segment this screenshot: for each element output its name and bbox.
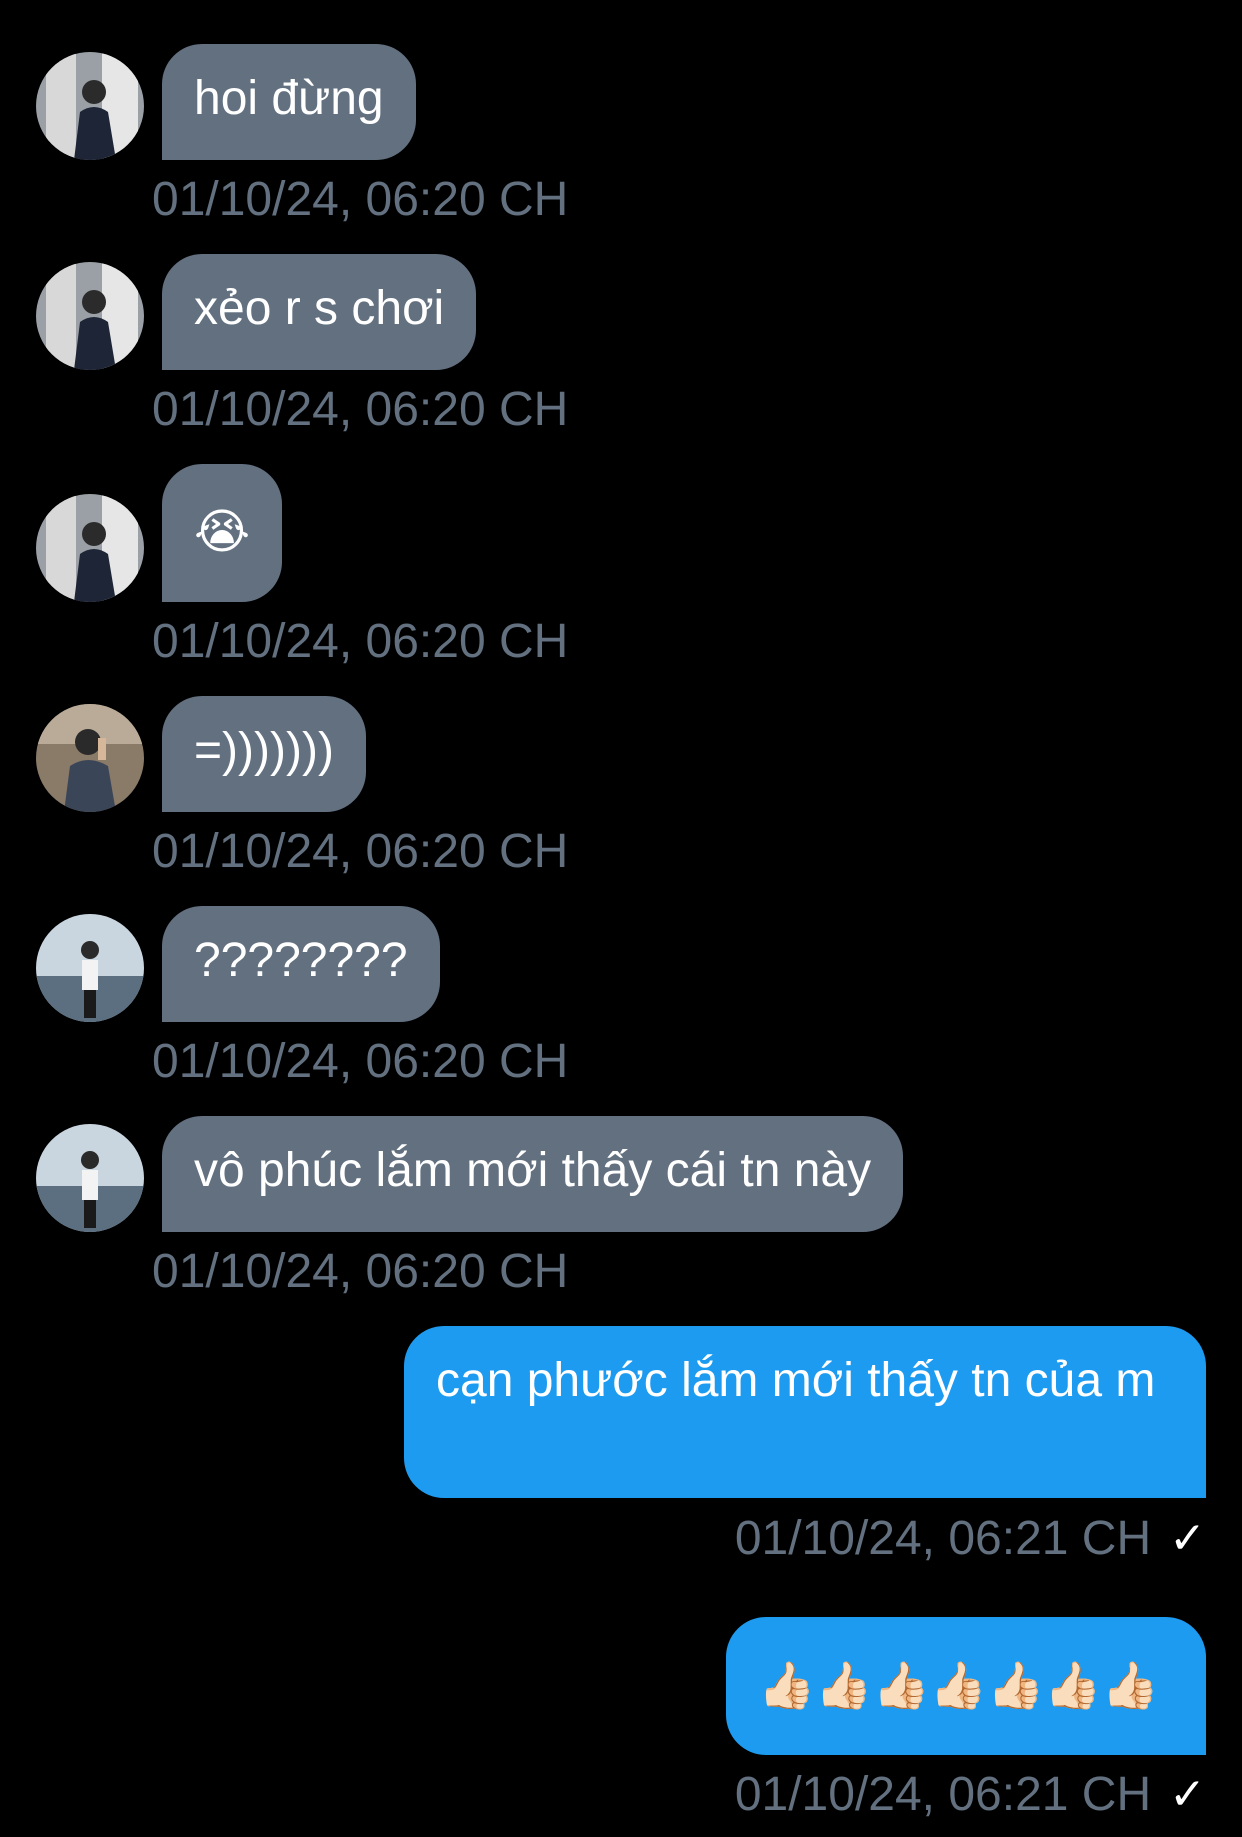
- avatar-icon: [36, 494, 144, 602]
- message-timestamp: 01/10/24, 06:20 CH: [152, 1035, 569, 1088]
- avatar-icon: [36, 262, 144, 370]
- message-text: hoi đừng: [194, 72, 384, 125]
- avatar-icon: [36, 914, 144, 1022]
- message-timestamp-outgoing: 01/10/24, 06:21 CH ✓: [735, 1767, 1206, 1823]
- sender-avatar[interactable]: [36, 494, 144, 602]
- message-timestamp: 01/10/24, 06:20 CH: [152, 825, 569, 878]
- message-text: ????????: [194, 934, 408, 987]
- message-thread: hoi đừng 01/10/24, 06:20 CH xẻo r s chơi…: [0, 0, 1242, 1837]
- message-text: =))))))): [194, 724, 334, 777]
- message-bubble-outgoing[interactable]: 👍🏻👍🏻👍🏻👍🏻👍🏻👍🏻👍🏻: [726, 1617, 1206, 1755]
- message-text: 😭: [194, 506, 251, 559]
- message-text: 👍🏻👍🏻👍🏻👍🏻👍🏻👍🏻👍🏻: [758, 1659, 1159, 1711]
- message-timestamp: 01/10/24, 06:20 CH: [152, 173, 569, 226]
- sent-check-icon: ✓: [1169, 1514, 1206, 1563]
- message-bubble[interactable]: 😭: [162, 464, 283, 602]
- message-text: xẻo r s chơi: [194, 282, 445, 335]
- message-text: vô phúc lắm mới thấy cái tn này: [194, 1144, 872, 1197]
- message-bubble[interactable]: vô phúc lắm mới thấy cái tn này: [162, 1116, 904, 1232]
- sender-avatar[interactable]: [36, 704, 144, 812]
- sent-check-icon: ✓: [1169, 1770, 1206, 1819]
- message-bubble[interactable]: ????????: [162, 906, 440, 1022]
- sender-avatar[interactable]: [36, 262, 144, 370]
- sender-avatar[interactable]: [36, 52, 144, 160]
- sender-avatar[interactable]: [36, 914, 144, 1022]
- message-text: cạn phước lắm mới thấy tn của m: [436, 1354, 1156, 1407]
- message-bubble[interactable]: =))))))): [162, 696, 366, 812]
- message-timestamp: 01/10/24, 06:20 CH: [152, 1245, 569, 1298]
- message-timestamp: 01/10/24, 06:20 CH: [152, 615, 569, 668]
- message-bubble-outgoing[interactable]: cạn phước lắm mới thấy tn của m: [404, 1326, 1206, 1498]
- message-time: 01/10/24, 06:21 CH: [734, 1768, 1152, 1821]
- message-time: 01/10/24, 06:21 CH: [734, 1512, 1152, 1565]
- sender-avatar[interactable]: [36, 1124, 144, 1232]
- message-bubble[interactable]: xẻo r s chơi: [162, 254, 477, 370]
- avatar-icon: [36, 1124, 144, 1232]
- message-timestamp-outgoing: 01/10/24, 06:21 CH ✓: [735, 1511, 1206, 1567]
- message-bubble[interactable]: hoi đừng: [162, 44, 416, 160]
- avatar-icon: [36, 52, 144, 160]
- avatar-icon: [36, 704, 144, 812]
- message-timestamp: 01/10/24, 06:20 CH: [152, 383, 569, 436]
